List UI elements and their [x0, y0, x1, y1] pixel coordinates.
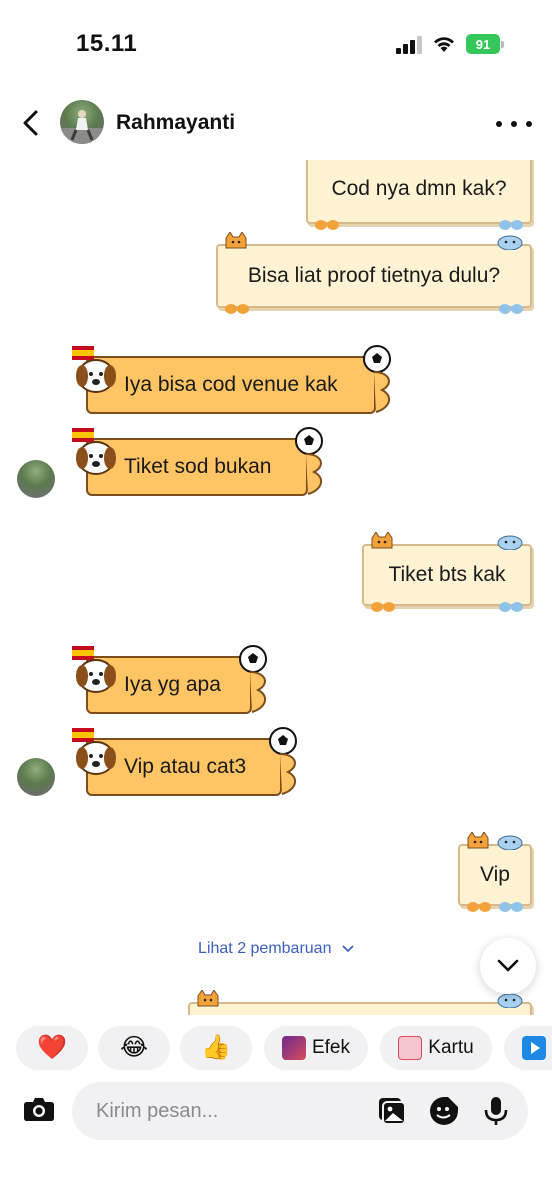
thumbs-up-emoji-icon: 👍: [201, 1034, 231, 1061]
paw-print-icon: [371, 602, 395, 612]
paw-print-icon: [225, 304, 249, 314]
message-text: Vip: [480, 863, 510, 886]
message-text: Cod nya dmn kak?: [331, 177, 507, 200]
message-list[interactable]: Cod nya dmn kak? Bisa liat proof tietnya…: [0, 160, 552, 1015]
paw-print-icon: [467, 902, 491, 912]
card-icon: [398, 1036, 423, 1060]
status-bar: 15.11 91: [0, 0, 552, 90]
dog-sticker-icon: [497, 235, 523, 250]
message-text: Tiket bts kak: [388, 563, 506, 586]
message-bubble-received[interactable]: Vip atau cat3: [72, 727, 297, 796]
paw-print-icon: [499, 220, 523, 230]
more-reactions-button[interactable]: [504, 1026, 552, 1070]
see-updates-label: Lihat 2 pembaruan: [198, 940, 332, 957]
message-text: Iya bisa cod venue kak: [124, 373, 338, 396]
laugh-reaction-button[interactable]: 😂: [98, 1026, 170, 1070]
see-updates-link[interactable]: Lihat 2 pembaruan: [0, 940, 552, 958]
message-bubble-sent[interactable]: Tiket bts kak: [362, 532, 532, 612]
cat-sticker-icon: [225, 232, 247, 249]
heart-reaction-button[interactable]: ❤️: [16, 1026, 88, 1070]
message-text: Vip atau cat3: [124, 755, 247, 778]
bubble-tail-icon: [249, 671, 267, 713]
paw-print-icon: [499, 304, 523, 314]
wifi-icon: [434, 37, 454, 52]
dog-flag-sticker-icon: [72, 428, 116, 475]
effects-button[interactable]: Efek: [264, 1026, 368, 1070]
video-play-icon: [522, 1036, 546, 1060]
back-chevron-icon[interactable]: [16, 108, 46, 138]
camera-icon: [24, 1098, 54, 1121]
thumbs-up-reaction-button[interactable]: 👍: [180, 1026, 252, 1070]
dog-flag-sticker-icon: [72, 346, 116, 393]
message-text: Tiket sod bukan: [124, 455, 272, 478]
cat-sticker-icon: [467, 832, 489, 849]
sticker-icon[interactable]: [428, 1095, 460, 1127]
message-composer: [16, 1082, 536, 1140]
message-bubble-sent[interactable]: Bisa liat proof tietnya dulu?: [216, 232, 532, 314]
message-input-container: [72, 1082, 528, 1140]
card-label: Kartu: [428, 1037, 474, 1058]
effects-icon: [281, 1036, 306, 1060]
cat-sticker-icon: [371, 532, 393, 549]
gallery-icon[interactable]: [376, 1095, 408, 1127]
message-text: Bisa liat proof tietnya dulu?: [247, 264, 501, 287]
camera-button[interactable]: [16, 1086, 62, 1132]
message-bubble-received[interactable]: Iya bisa cod venue kak: [72, 345, 391, 414]
sender-avatar[interactable]: [17, 460, 55, 498]
message-input[interactable]: [96, 1082, 356, 1140]
battery-icon: 91: [466, 34, 504, 54]
chevron-down-icon: [497, 959, 519, 972]
microphone-icon[interactable]: [480, 1095, 512, 1127]
message-bubble-sent[interactable]: Vip: [458, 832, 532, 912]
message-bubble-sent[interactable]: [188, 990, 532, 1015]
laughing-emoji-icon: 😂: [119, 1034, 149, 1061]
cat-sticker-icon: [197, 990, 219, 1007]
dog-sticker-icon: [497, 535, 523, 550]
message-bubble-received[interactable]: Tiket sod bukan: [72, 427, 323, 496]
card-button[interactable]: Kartu: [380, 1026, 492, 1070]
battery-level: 91: [466, 34, 500, 54]
message-bubble-received[interactable]: Iya yg apa: [72, 645, 267, 714]
dog-flag-sticker-icon: [72, 646, 116, 693]
status-time: 15.11: [76, 30, 138, 57]
dog-sticker-icon: [497, 835, 523, 850]
dog-flag-sticker-icon: [72, 728, 116, 775]
bubble-tail-icon: [305, 453, 323, 495]
effects-label: Efek: [311, 1037, 351, 1058]
chat-header: Rahmayanti: [0, 96, 552, 152]
sender-avatar[interactable]: [17, 758, 55, 796]
more-options-icon[interactable]: [496, 110, 532, 138]
contact-avatar[interactable]: [60, 100, 104, 144]
bubble-tail-icon: [373, 371, 391, 413]
message-text: Iya yg apa: [124, 673, 221, 696]
scroll-to-bottom-button[interactable]: [480, 938, 536, 994]
dog-sticker-icon: [497, 993, 523, 1008]
paw-print-icon: [499, 602, 523, 612]
cellular-signal-icon: [396, 36, 422, 54]
chevron-down-icon: [342, 945, 354, 953]
contact-name[interactable]: Rahmayanti: [116, 111, 235, 135]
bubble-tail-icon: [279, 753, 297, 795]
message-bubble-sent[interactable]: Cod nya dmn kak?: [306, 160, 532, 230]
paw-print-icon: [499, 902, 523, 912]
heart-emoji-icon: ❤️: [37, 1034, 67, 1061]
quick-reactions-bar: ❤️ 😂 👍 Efek Kartu: [0, 1026, 552, 1072]
paw-print-icon: [315, 220, 339, 230]
